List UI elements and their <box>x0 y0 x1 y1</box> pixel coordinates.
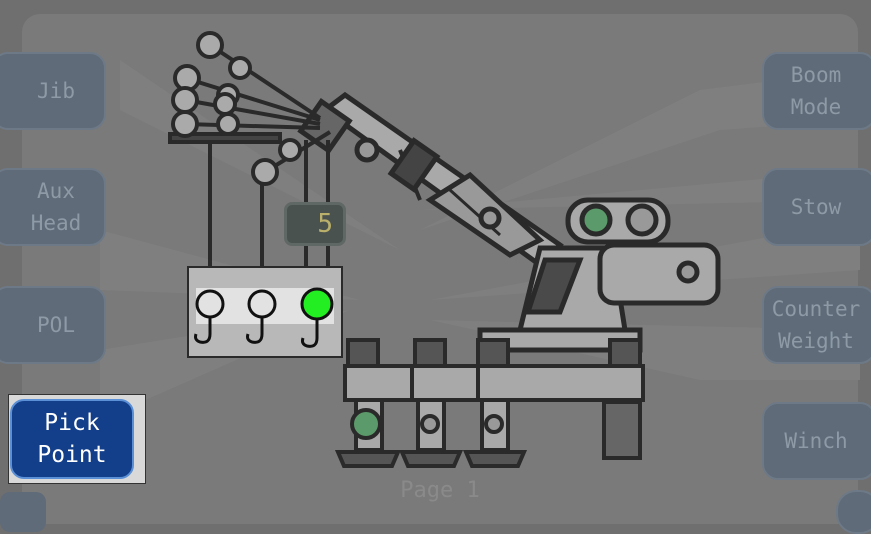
counter-weight-button[interactable]: Counter Weight <box>762 286 871 364</box>
menu-icon[interactable] <box>0 492 46 532</box>
stow-button[interactable]: Stow <box>762 168 871 246</box>
winch-button[interactable]: Winch <box>762 402 871 480</box>
crane-carrier <box>334 338 645 468</box>
boom-mode-button[interactable]: Boom Mode <box>762 52 871 130</box>
pick-point-button[interactable]: Pick Point <box>10 399 134 479</box>
hook-count-display: 5 <box>284 202 346 246</box>
jib-button[interactable]: Jib <box>0 52 106 130</box>
page-label: Page 1 <box>400 478 480 503</box>
home-icon[interactable] <box>836 490 871 534</box>
aux-head-button[interactable]: Aux Head <box>0 168 106 246</box>
pol-button[interactable]: POL <box>0 286 106 364</box>
